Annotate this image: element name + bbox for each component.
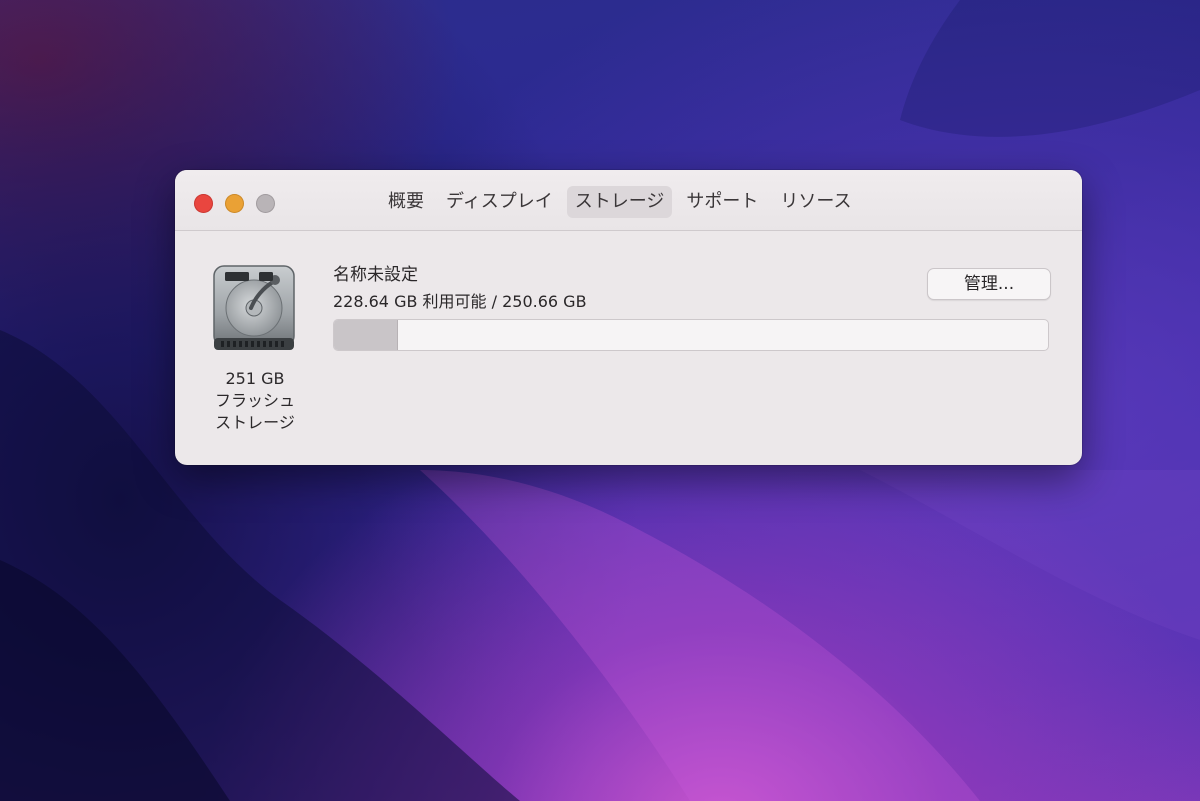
drive-caption: 251 GB フラッシュ ストレージ (195, 368, 315, 434)
tab-resources[interactable]: リソース (772, 186, 859, 218)
tab-bar: 概要 ディスプレイ ストレージ サポート リソース (380, 186, 860, 218)
volume-availability: 228.64 GB 利用可能 / 250.66 GB (333, 292, 587, 311)
hard-drive-icon (213, 265, 295, 350)
volume-name: 名称未設定 (333, 265, 418, 285)
tab-overview[interactable]: 概要 (380, 186, 432, 218)
minimize-button[interactable] (225, 194, 244, 213)
tab-displays[interactable]: ディスプレイ (438, 186, 561, 218)
tab-support[interactable]: サポート (678, 186, 766, 218)
title-bar: 概要 ディスプレイ ストレージ サポート リソース (175, 170, 1082, 231)
about-this-mac-window: 概要 ディスプレイ ストレージ サポート リソース 251 GB フラッシュ ス… (175, 170, 1082, 465)
drive-type-line2: ストレージ (215, 413, 295, 432)
close-button[interactable] (194, 194, 213, 213)
drive-capacity: 251 GB (225, 369, 285, 388)
manage-button[interactable]: 管理... (927, 268, 1051, 300)
storage-used-segment (334, 320, 398, 350)
tab-storage[interactable]: ストレージ (566, 186, 673, 218)
drive-type-line1: フラッシュ (214, 391, 295, 410)
zoom-button[interactable] (256, 194, 275, 213)
storage-usage-bar (333, 319, 1049, 351)
